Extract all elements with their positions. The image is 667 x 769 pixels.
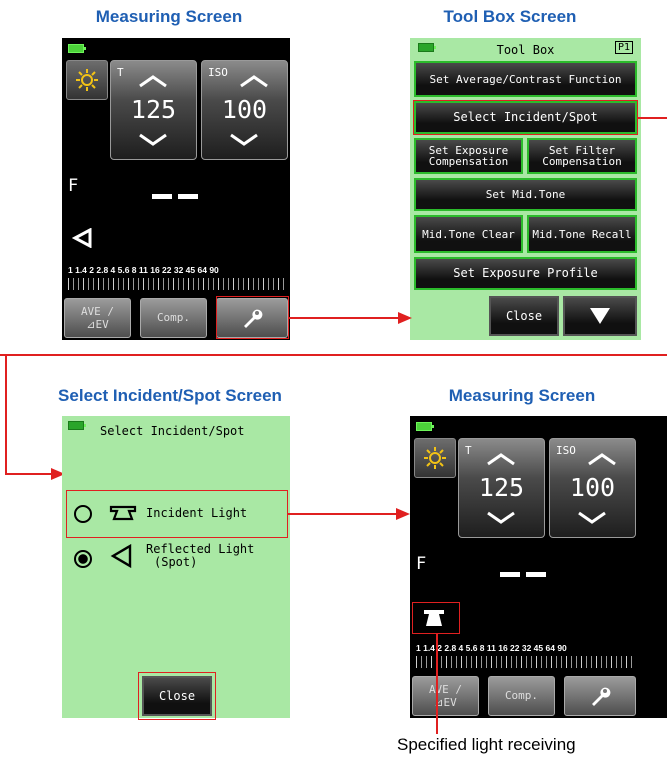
aperture-ruler bbox=[416, 656, 632, 668]
comp-button[interactable]: Comp. bbox=[488, 676, 555, 716]
toolbox-close-button[interactable]: Close bbox=[489, 296, 559, 336]
triangle-down-icon bbox=[590, 308, 610, 324]
wrench-icon bbox=[592, 687, 611, 706]
connector-line bbox=[288, 513, 400, 515]
ave-ev-button[interactable]: AVE / ⊿EV bbox=[64, 298, 131, 338]
chevron-down-icon[interactable] bbox=[137, 133, 169, 147]
sun-icon bbox=[424, 447, 446, 469]
sunlight-mode-button[interactable] bbox=[414, 438, 456, 478]
chevron-up-icon[interactable] bbox=[137, 74, 169, 88]
page-indicator: P1 bbox=[614, 41, 633, 54]
shutter-speed-value: 125 bbox=[478, 473, 525, 502]
arrow-right-icon bbox=[396, 508, 410, 520]
ev-label: ⊿EV bbox=[434, 696, 457, 709]
ave-ev-button[interactable]: AVE / ⊿EV bbox=[412, 676, 479, 716]
set-exposure-compensation-button[interactable]: Set Exposure Compensation bbox=[414, 138, 523, 174]
reflected-light-icon bbox=[72, 228, 92, 248]
iso-panel[interactable]: ISO 100 bbox=[201, 60, 288, 160]
shutter-speed-panel[interactable]: T 125 bbox=[110, 60, 197, 160]
toolbox-button-highlight bbox=[216, 296, 289, 339]
connector-line bbox=[638, 117, 667, 119]
mid-tone-recall-button[interactable]: Mid.Tone Recall bbox=[527, 215, 637, 253]
set-filter-compensation-button[interactable]: Set Filter Compensation bbox=[527, 138, 637, 174]
chevron-down-icon[interactable] bbox=[485, 511, 517, 525]
shutter-label: T bbox=[117, 66, 124, 79]
chevron-up-icon[interactable] bbox=[238, 74, 270, 88]
select-incident-spot-highlight bbox=[413, 100, 638, 135]
shutter-label: T bbox=[465, 444, 472, 457]
radio-selected-icon[interactable] bbox=[74, 550, 92, 568]
next-page-button[interactable] bbox=[563, 296, 637, 336]
f-label: F bbox=[416, 554, 427, 574]
aperture-ruler bbox=[68, 278, 284, 290]
connector-line bbox=[0, 354, 667, 356]
heading-measuring-screen: Measuring Screen bbox=[95, 7, 243, 26]
arrow-right-icon bbox=[398, 312, 412, 324]
f-value-dash bbox=[500, 572, 520, 577]
set-exposure-profile-button[interactable]: Set Exposure Profile bbox=[414, 257, 637, 290]
toolbox-title: Tool Box bbox=[496, 43, 555, 57]
battery-icon bbox=[68, 421, 86, 430]
toolbox-button[interactable] bbox=[564, 676, 636, 716]
heading-tool-box-screen: Tool Box Screen bbox=[443, 7, 577, 26]
select-close-highlight bbox=[138, 672, 216, 720]
ave-label: AVE / bbox=[80, 305, 115, 318]
f-value-dash bbox=[178, 194, 198, 199]
connector-line bbox=[289, 317, 402, 319]
comp-button[interactable]: Comp. bbox=[140, 298, 207, 338]
iso-label: ISO bbox=[556, 444, 576, 457]
select-screen-title: Select Incident/Spot bbox=[100, 424, 245, 438]
set-mid-tone-button[interactable]: Set Mid.Tone bbox=[414, 178, 637, 211]
heading-measuring-screen-2: Measuring Screen bbox=[448, 386, 596, 405]
shutter-speed-panel[interactable]: T 125 bbox=[458, 438, 545, 538]
sun-icon bbox=[76, 69, 98, 91]
chevron-down-icon[interactable] bbox=[576, 511, 608, 525]
set-average-contrast-button[interactable]: Set Average/Contrast Function bbox=[414, 61, 637, 97]
iso-panel[interactable]: ISO 100 bbox=[549, 438, 636, 538]
light-receiving-icon-highlight bbox=[412, 602, 460, 634]
chevron-up-icon[interactable] bbox=[485, 452, 517, 466]
chevron-down-icon[interactable] bbox=[228, 133, 260, 147]
chevron-up-icon[interactable] bbox=[586, 452, 618, 466]
f-value-dash bbox=[152, 194, 172, 199]
reflected-light-label: Reflected Light (Spot) bbox=[146, 543, 254, 569]
connector-line bbox=[5, 354, 7, 474]
toolbox-screen: Tool Box P1 Set Average/Contrast Functio… bbox=[410, 38, 641, 340]
incident-light-highlight bbox=[66, 490, 288, 538]
reflected-light-label-line2: (Spot) bbox=[154, 555, 198, 569]
measuring-screen-2: T 125 ISO 100 F 1 1.4 2 2.8 4 5.6 8 11 1… bbox=[410, 416, 667, 718]
heading-select-incident-spot-screen: Select Incident/Spot Screen bbox=[58, 386, 282, 405]
caption-specified-light-receiving: Specified light receiving bbox=[397, 735, 576, 754]
caption-pointer-line bbox=[436, 634, 438, 734]
iso-value: 100 bbox=[221, 95, 268, 124]
f-value-dash bbox=[526, 572, 546, 577]
aperture-scale: 1 1.4 2 2.8 4 5.6 8 11 16 22 32 45 64 90 bbox=[416, 643, 567, 653]
f-label: F bbox=[68, 176, 79, 196]
iso-label: ISO bbox=[208, 66, 228, 79]
ev-label: ⊿EV bbox=[86, 318, 109, 331]
sunlight-mode-button[interactable] bbox=[66, 60, 108, 100]
iso-value: 100 bbox=[569, 473, 616, 502]
shutter-speed-value: 125 bbox=[130, 95, 177, 124]
measuring-screen: T 125 ISO 100 F 1 1.4 2 2.8 4 5.6 8 11 1… bbox=[62, 38, 290, 340]
mid-tone-clear-button[interactable]: Mid.Tone Clear bbox=[414, 215, 523, 253]
battery-icon bbox=[68, 44, 86, 53]
reflected-light-option[interactable]: Reflected Light (Spot) bbox=[66, 541, 286, 581]
aperture-scale: 1 1.4 2 2.8 4 5.6 8 11 16 22 32 45 64 90 bbox=[68, 265, 219, 275]
reflected-light-icon bbox=[110, 544, 132, 568]
connector-line bbox=[5, 473, 53, 475]
ave-label: AVE / bbox=[428, 683, 463, 696]
battery-icon bbox=[416, 422, 434, 431]
